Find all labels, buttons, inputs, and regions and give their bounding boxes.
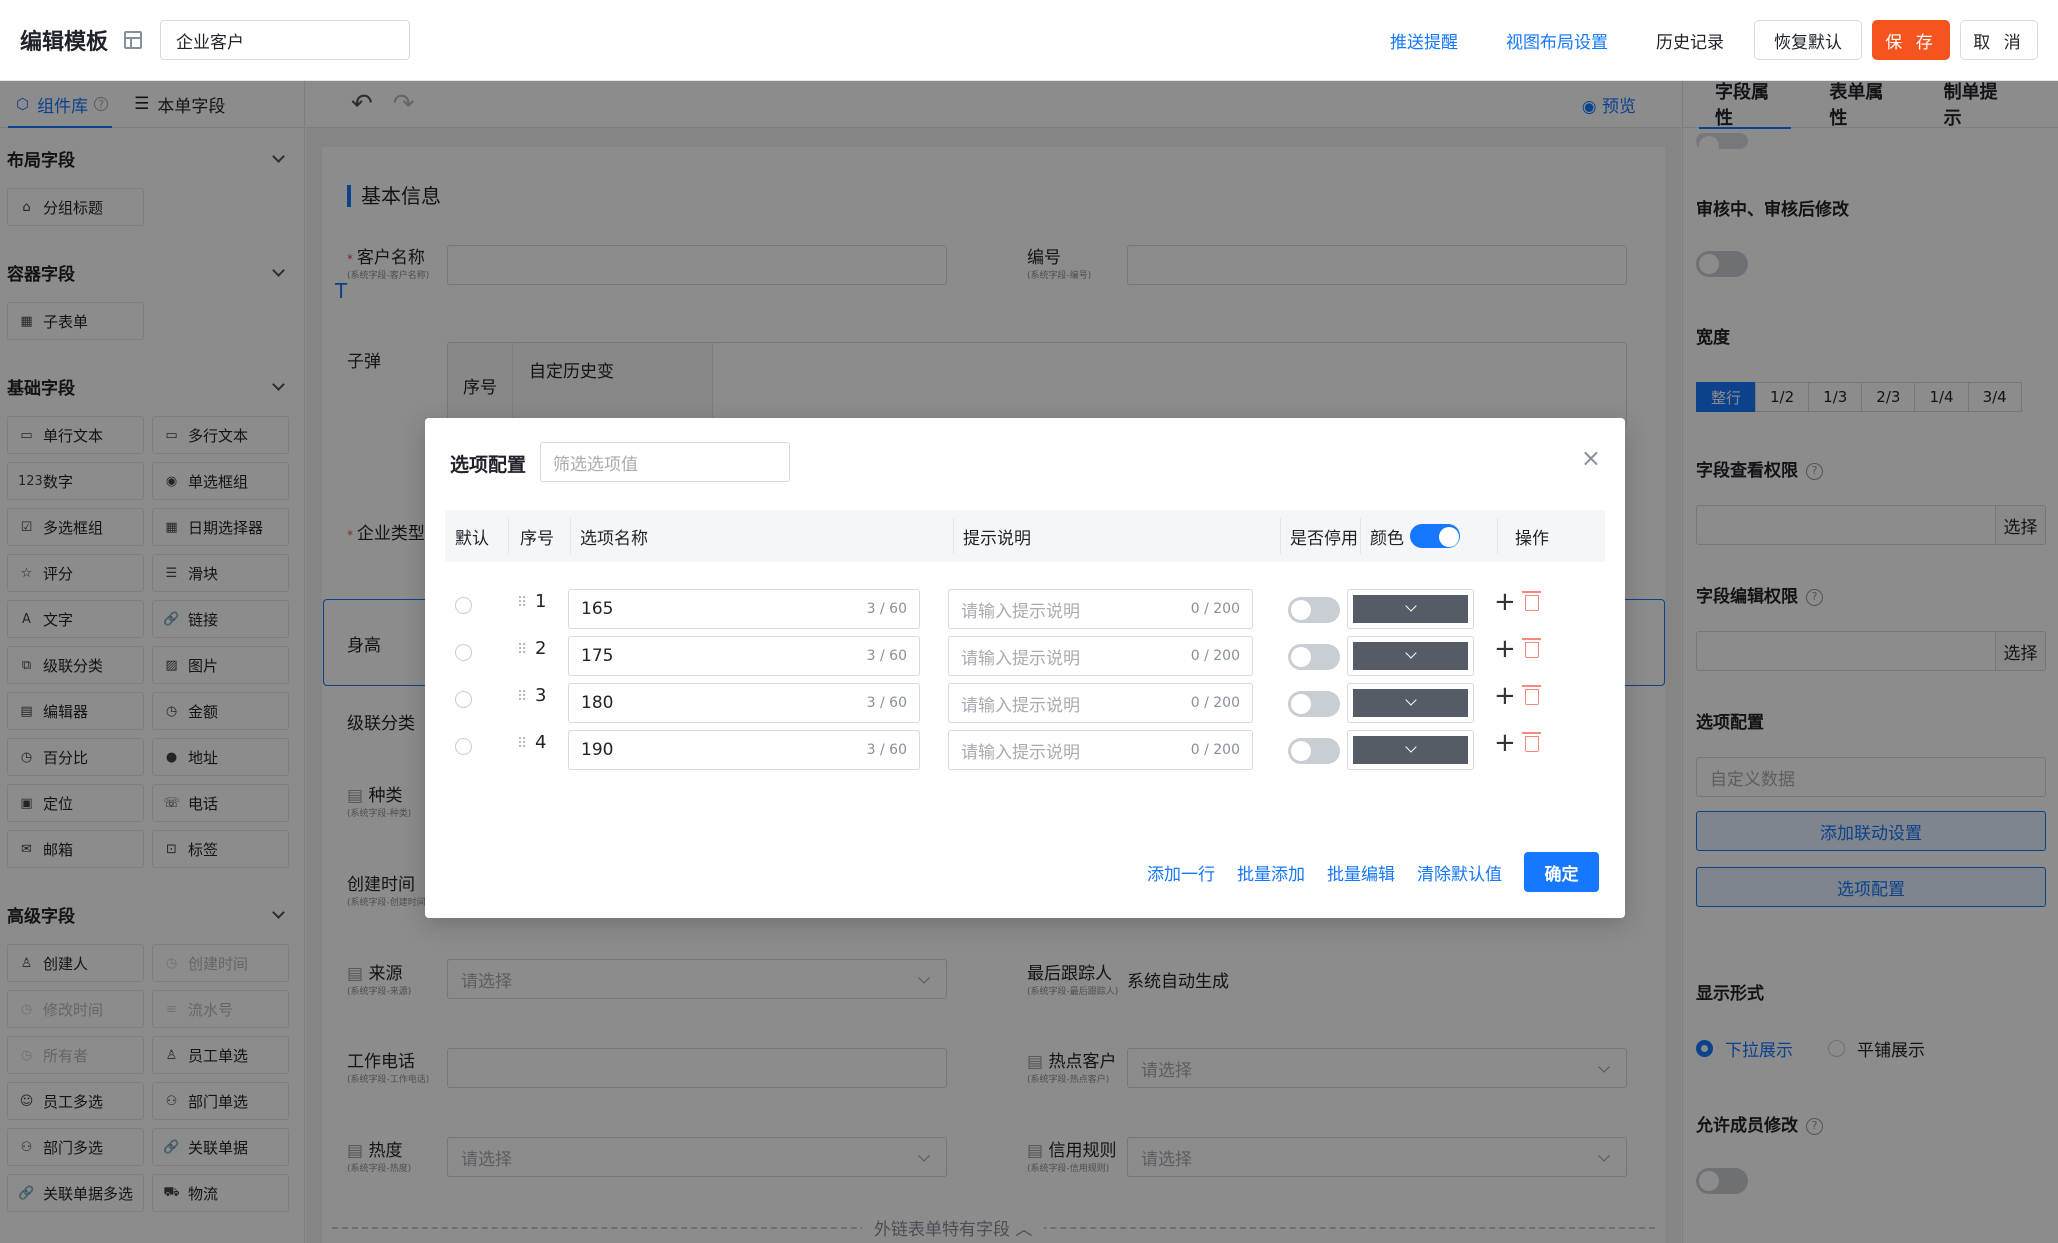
row-seq: 3: [535, 685, 547, 706]
batch-edit-link[interactable]: 批量编辑: [1327, 860, 1395, 885]
push-reminder-link[interactable]: 推送提醒: [1390, 28, 1458, 53]
option-name-input[interactable]: 190 3 / 60: [568, 730, 920, 770]
col-name: 选项名称: [580, 528, 648, 549]
trash-icon[interactable]: [1522, 732, 1541, 752]
trash-icon[interactable]: [1522, 591, 1541, 611]
add-icon[interactable]: +: [1494, 634, 1516, 664]
close-icon[interactable]: ×: [1581, 444, 1601, 472]
col-tip: 提示说明: [963, 528, 1031, 549]
confirm-button[interactable]: 确定: [1524, 852, 1599, 892]
add-icon[interactable]: +: [1494, 681, 1516, 711]
dialog-title: 选项配置: [450, 454, 527, 476]
col-action: 操作: [1515, 528, 1549, 549]
trash-icon[interactable]: [1522, 685, 1541, 705]
template-layout-icon[interactable]: [124, 31, 143, 49]
page-title: 编辑模板: [20, 30, 109, 55]
option-table-header: 默认 序号 选项名称 提示说明 是否停用 颜色 操作: [445, 510, 1605, 562]
default-radio[interactable]: [455, 644, 472, 661]
trash-icon[interactable]: [1522, 638, 1541, 658]
row-seq: 1: [535, 591, 547, 612]
row-seq: 4: [535, 732, 547, 753]
add-icon[interactable]: +: [1494, 587, 1516, 617]
restore-default-button[interactable]: 恢复默认: [1754, 20, 1862, 60]
disable-toggle[interactable]: [1288, 644, 1340, 670]
default-radio[interactable]: [455, 738, 472, 755]
col-disabled: 是否停用: [1290, 528, 1358, 549]
view-layout-link[interactable]: 视图布局设置: [1506, 28, 1608, 53]
clear-default-link[interactable]: 清除默认值: [1417, 860, 1502, 885]
chevron-down-icon: [1353, 736, 1468, 764]
default-radio[interactable]: [455, 691, 472, 708]
add-icon[interactable]: +: [1494, 728, 1516, 758]
template-name-input[interactable]: 企业客户: [160, 20, 411, 60]
cancel-button[interactable]: 取 消: [1960, 20, 2038, 60]
tip-input[interactable]: 请输入提示说明 0 / 200: [948, 730, 1253, 770]
filter-option-input[interactable]: 筛选选项值: [540, 442, 790, 482]
disable-toggle[interactable]: [1288, 738, 1340, 764]
drag-handle-icon[interactable]: ⠿: [517, 736, 527, 752]
chevron-down-icon: [1353, 689, 1468, 717]
drag-handle-icon[interactable]: ⠿: [517, 642, 527, 658]
color-toggle[interactable]: [1410, 524, 1460, 548]
chevron-down-icon: [1353, 642, 1468, 670]
add-row-link[interactable]: 添加一行: [1147, 860, 1215, 885]
drag-handle-icon[interactable]: ⠿: [517, 689, 527, 705]
col-color: 颜色: [1370, 524, 1460, 549]
col-seq: 序号: [520, 528, 554, 549]
disable-toggle[interactable]: [1288, 597, 1340, 623]
history-link[interactable]: 历史记录: [1656, 28, 1724, 53]
dialog-footer: 添加一行 批量添加 批量编辑 清除默认值 确定: [1125, 852, 1599, 892]
save-button[interactable]: 保 存: [1872, 20, 1950, 60]
col-default: 默认: [455, 528, 489, 549]
batch-add-link[interactable]: 批量添加: [1237, 860, 1305, 885]
default-radio[interactable]: [455, 597, 472, 614]
row-seq: 2: [535, 638, 547, 659]
option-row: ⠿ 4 190 3 / 60 请输入提示说明 0 / 200 +: [445, 716, 1605, 777]
option-config-dialog: 选项配置 筛选选项值 × 默认 序号 选项名称 提示说明 是否停用 颜色 操作 …: [425, 418, 1625, 918]
chevron-down-icon: [1353, 595, 1468, 623]
disable-toggle[interactable]: [1288, 691, 1340, 717]
color-picker[interactable]: [1347, 730, 1474, 770]
top-bar: 编辑模板 企业客户 推送提醒 视图布局设置 历史记录 恢复默认 保 存 取 消: [0, 0, 2058, 81]
drag-handle-icon[interactable]: ⠿: [517, 595, 527, 611]
